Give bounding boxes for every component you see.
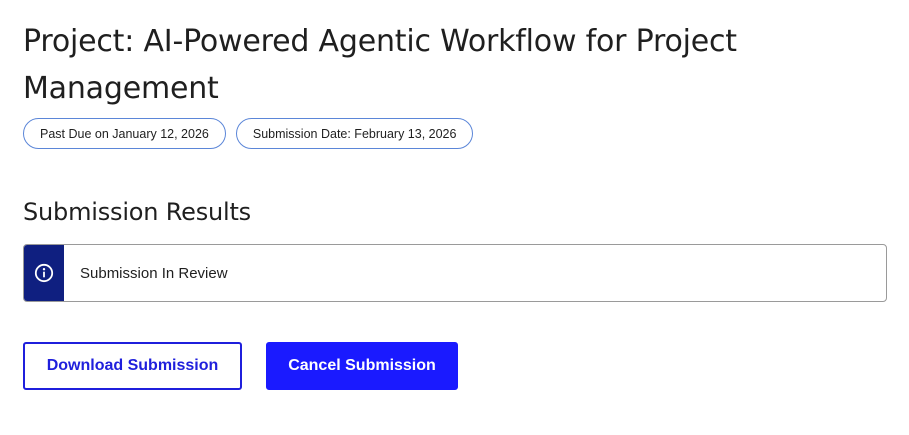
download-submission-button[interactable]: Download Submission [23,342,242,390]
cancel-submission-button[interactable]: Cancel Submission [266,342,458,390]
action-buttons: Download Submission Cancel Submission [23,342,887,390]
info-icon [34,263,54,283]
section-title: Submission Results [23,198,251,226]
submission-page: Project: AI-Powered Agentic Workflow for… [23,18,887,390]
status-alert: Submission In Review [23,244,887,302]
submission-date-badge: Submission Date: February 13, 2026 [235,118,474,149]
badge-row: Past Due on January 12, 2026 Submission … [23,118,887,149]
due-date-badge: Past Due on January 12, 2026 [23,118,226,149]
status-text: Submission In Review [80,264,228,282]
status-icon-area [24,245,64,301]
page-title: Project: AI-Powered Agentic Workflow for… [23,24,737,106]
